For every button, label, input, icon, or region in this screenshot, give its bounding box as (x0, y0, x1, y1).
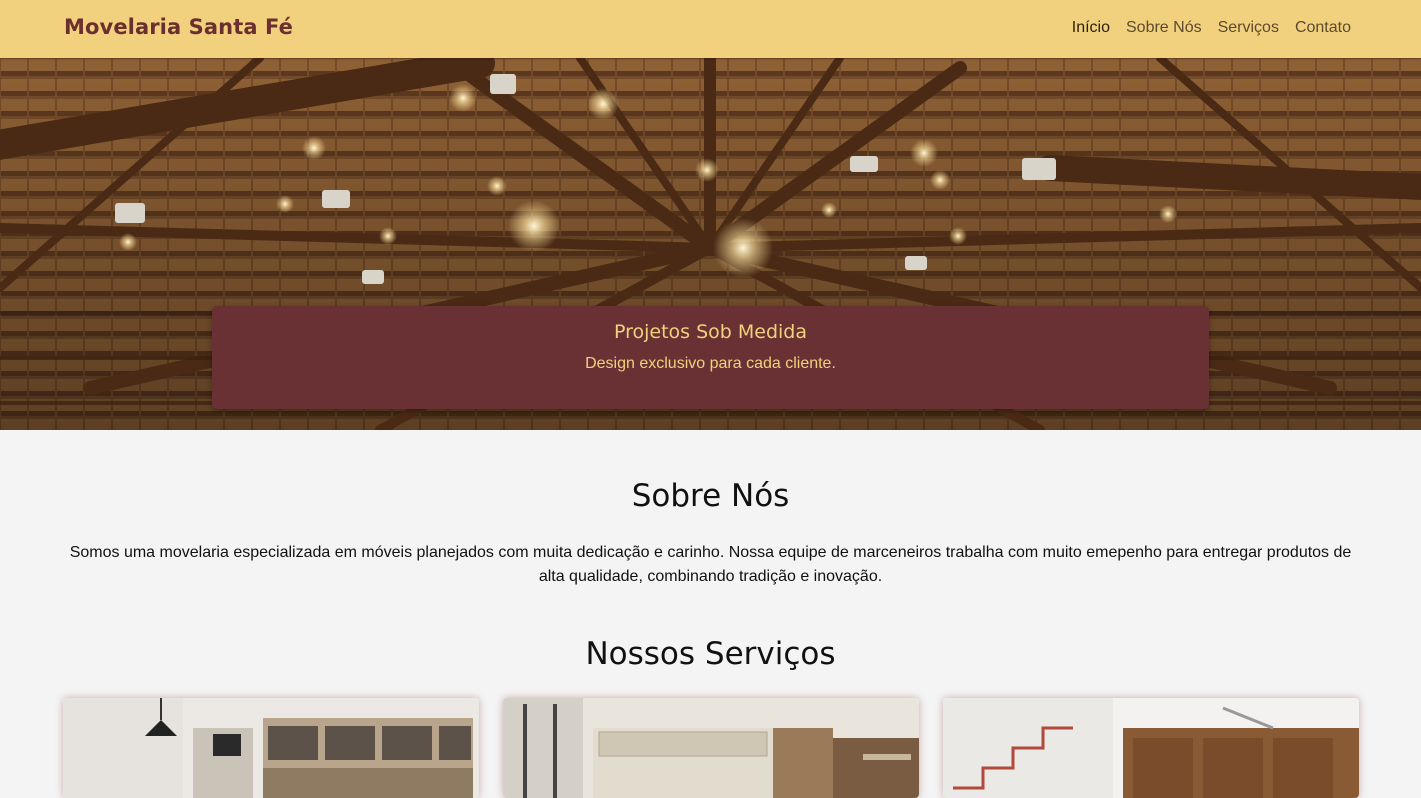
nav-link-contato[interactable]: Contato (1295, 19, 1351, 37)
nav-link-servicos[interactable]: Serviços (1218, 19, 1279, 37)
service-image-stairs (943, 698, 1359, 798)
hero-card-subtitle: Design exclusivo para cada cliente. (585, 355, 836, 372)
nav-link-inicio[interactable]: Início (1072, 19, 1110, 37)
service-image-living-room (503, 698, 919, 798)
hero-banner: Projetos Sob Medida Design exclusivo par… (0, 58, 1421, 430)
brand-logo[interactable]: Movelaria Santa Fé (64, 15, 293, 39)
hero-card-title: Projetos Sob Medida (613, 321, 808, 343)
hero-caption-card: Projetos Sob Medida Design exclusivo par… (212, 306, 1209, 409)
nav-link-sobre-nos[interactable]: Sobre Nós (1126, 19, 1202, 37)
services-section-title: Nossos Serviços (585, 636, 836, 672)
service-card-living-room[interactable] (503, 698, 919, 798)
service-card-kitchen[interactable] (63, 698, 479, 798)
about-section-title: Sobre Nós (631, 478, 790, 514)
service-image-kitchen (63, 698, 479, 798)
service-card-stairs[interactable] (943, 698, 1359, 798)
about-section-text: Somos uma movelaria especializada em móv… (69, 544, 1352, 585)
navbar: Movelaria Santa Fé Início Sobre Nós Serv… (0, 0, 1421, 58)
nav-menu: Início Sobre Nós Serviços Contato (1072, 19, 1351, 37)
